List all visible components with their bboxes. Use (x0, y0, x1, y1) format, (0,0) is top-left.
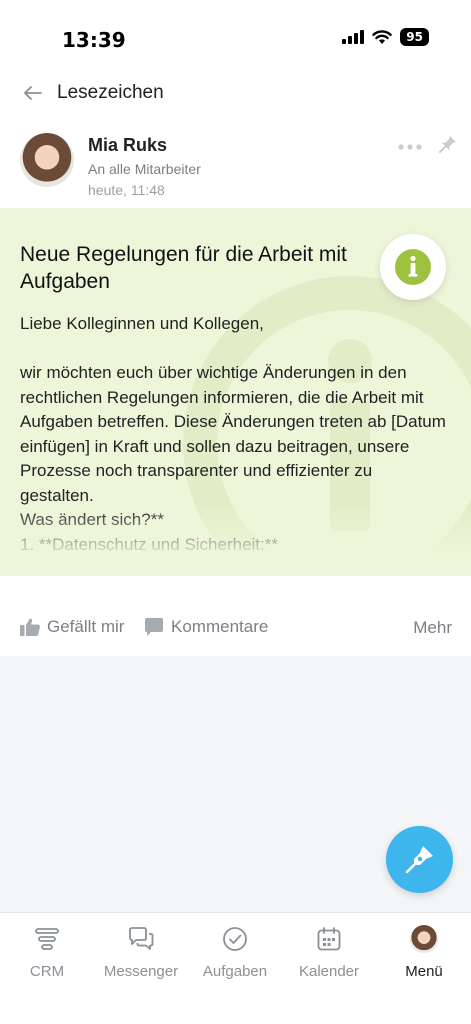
pin-icon[interactable] (438, 134, 458, 154)
pen-icon (405, 846, 433, 874)
tab-tasks[interactable]: Aufgaben (188, 925, 282, 980)
wifi-icon (372, 29, 392, 44)
comment-icon (145, 618, 163, 636)
crm-icon (35, 928, 59, 950)
signal-icon (342, 30, 365, 44)
comments-label: Kommentare (171, 617, 269, 636)
header: Lesezeichen (0, 70, 471, 116)
thumbs-up-icon (20, 618, 40, 636)
tab-calendar[interactable]: Kalender (282, 925, 376, 980)
status-icons: 95 (342, 28, 429, 46)
battery-indicator: 95 (400, 28, 429, 46)
tab-label: Messenger (103, 963, 179, 980)
tasks-icon (223, 927, 247, 951)
post: Mia Ruks An alle Mitarbeiter heute, 11:4… (0, 116, 471, 656)
tab-label: CRM (29, 963, 65, 980)
author-name[interactable]: Mia Ruks (88, 135, 167, 156)
messenger-icon (129, 927, 154, 950)
info-badge (380, 234, 446, 300)
tab-label: Aufgaben (202, 963, 268, 980)
author-avatar[interactable] (20, 133, 74, 187)
post-title: Neue Regelungen für die Arbeit mit Aufga… (20, 243, 347, 293)
status-time: 13:39 (62, 28, 126, 52)
bottom-tab-bar: CRM Messenger Aufgaben Kalender Menü (0, 912, 471, 1024)
post-actions: Gefällt mir Kommentare Mehr (0, 608, 471, 648)
post-author-row: Mia Ruks An alle Mitarbeiter heute, 11:4… (0, 116, 471, 208)
post-audience: An alle Mitarbeiter (88, 161, 201, 177)
like-button[interactable]: Gefällt mir (19, 616, 124, 638)
page-title: Lesezeichen (57, 82, 164, 103)
status-bar: 13:39 95 (0, 0, 471, 70)
tab-crm[interactable]: CRM (0, 925, 94, 980)
content-fade (0, 506, 471, 576)
create-post-button[interactable] (386, 826, 453, 893)
comments-button[interactable]: Kommentare (143, 616, 268, 638)
more-options-icon[interactable] (397, 141, 423, 153)
tab-menu[interactable]: Menü (377, 925, 471, 980)
more-link[interactable]: Mehr (413, 618, 452, 638)
post-time: heute, 11:48 (88, 182, 165, 198)
avatar (410, 925, 438, 953)
info-icon (395, 249, 431, 285)
back-arrow-icon[interactable] (20, 80, 46, 106)
tab-label: Menü (405, 963, 443, 980)
tab-label: Kalender (298, 963, 360, 980)
post-content-card[interactable]: Neue Regelungen für die Arbeit mit Aufga… (0, 208, 471, 576)
calendar-icon (317, 927, 341, 951)
like-label: Gefällt mir (47, 617, 125, 636)
tab-messenger[interactable]: Messenger (94, 925, 188, 980)
